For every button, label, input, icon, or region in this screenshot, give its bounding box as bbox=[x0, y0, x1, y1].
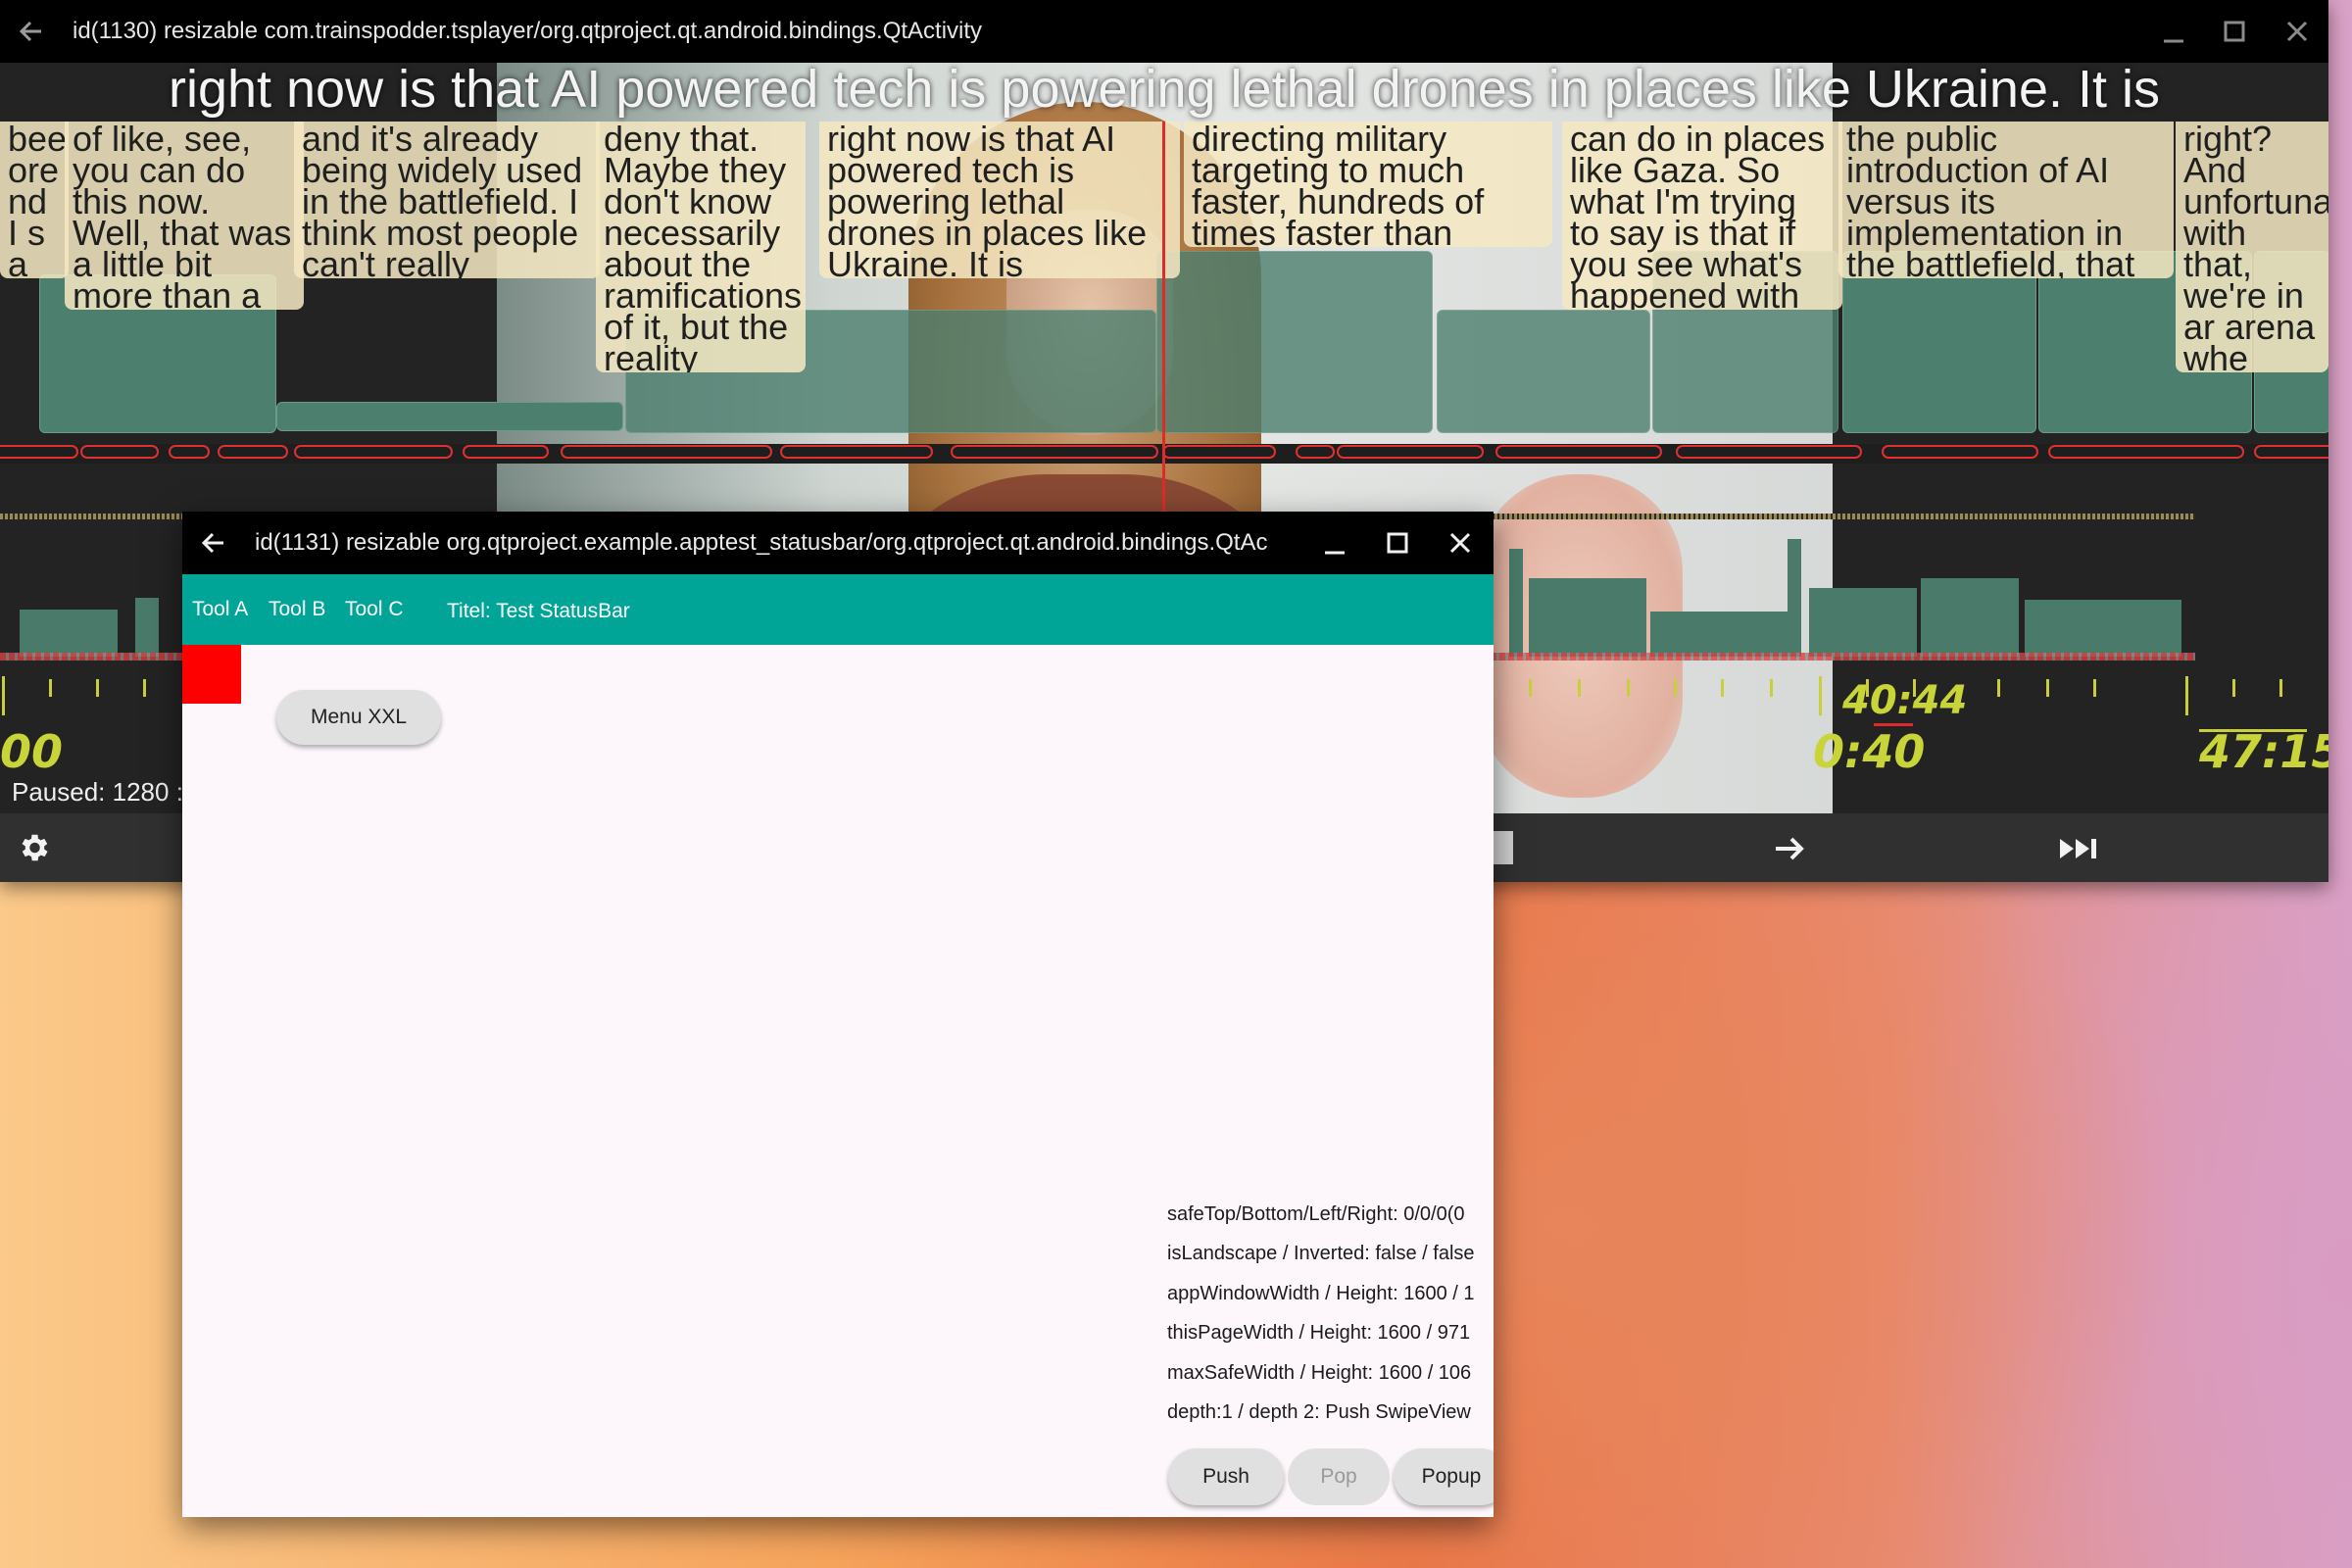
close-icon[interactable] bbox=[1443, 525, 1478, 561]
info-line-safe-area: safeTop/Bottom/Left/Right: 0/0/0(0 bbox=[1167, 1203, 1465, 1225]
app-toolbar: Tool A Tool B Tool C Titel: Test StatusB… bbox=[182, 574, 1494, 645]
maximize-icon[interactable] bbox=[1380, 525, 1415, 561]
caption-box[interactable]: directing military targeting to much fas… bbox=[1184, 122, 1552, 247]
close-icon[interactable] bbox=[2279, 14, 2315, 49]
timeline-tick bbox=[96, 679, 99, 697]
segment-oval[interactable] bbox=[561, 445, 772, 459]
caption-box[interactable]: been ore nd I s a bbox=[0, 122, 69, 278]
statusbar-titlebar: id(1131) resizable org.qtproject.example… bbox=[182, 512, 1494, 574]
time-start: 00 bbox=[0, 725, 64, 778]
waveform-bar bbox=[1788, 539, 1801, 657]
caption-box[interactable]: right? And unfortuna with that, we're in… bbox=[2176, 122, 2328, 372]
indicator-square bbox=[182, 645, 241, 704]
segment-oval[interactable] bbox=[1882, 445, 2038, 459]
timeline-tick bbox=[49, 679, 52, 697]
timeline-tick bbox=[1529, 679, 1532, 697]
timeline-tick bbox=[1578, 679, 1581, 697]
timeline-tick bbox=[1674, 679, 1677, 697]
segment-oval[interactable] bbox=[1162, 445, 1276, 459]
back-arrow-icon[interactable] bbox=[14, 14, 49, 49]
waveform-bar bbox=[1650, 612, 1788, 657]
waveform-bar bbox=[1809, 588, 1917, 657]
timeline-segment bbox=[1437, 310, 1650, 433]
timeline-tick bbox=[1721, 679, 1724, 697]
segment-oval[interactable] bbox=[780, 445, 933, 459]
segment-oval[interactable] bbox=[294, 445, 453, 459]
timeline-tick bbox=[2046, 679, 2049, 697]
toolbar-title: Titel: Test StatusBar bbox=[447, 600, 630, 622]
timeline-tick bbox=[1627, 679, 1630, 697]
info-line-orientation: isLandscape / Inverted: false / false bbox=[1167, 1243, 1475, 1264]
caption-box[interactable]: right now is that AI powered tech is pow… bbox=[819, 122, 1180, 278]
timeline-tick bbox=[143, 679, 146, 697]
timeline-tick bbox=[1819, 676, 1822, 715]
maximize-icon[interactable] bbox=[2217, 14, 2252, 49]
info-line-app-window: appWindowWidth / Height: 1600 / 1 bbox=[1167, 1283, 1475, 1304]
segment-oval[interactable] bbox=[169, 445, 210, 459]
caption-box[interactable]: and it's already being widely used in th… bbox=[294, 122, 600, 278]
timeline-segment bbox=[1156, 251, 1433, 433]
tool-b-button[interactable]: Tool B bbox=[269, 598, 325, 621]
minimize-icon[interactable] bbox=[2156, 14, 2191, 49]
caption-box[interactable]: the public introduction of AI versus its… bbox=[1838, 122, 2174, 278]
pop-button[interactable]: Pop bbox=[1288, 1448, 1390, 1505]
segment-oval[interactable] bbox=[218, 445, 288, 459]
waveform-bar bbox=[2025, 600, 2181, 657]
statusbar-window-title: id(1131) resizable org.qtproject.example… bbox=[255, 529, 1268, 556]
segment-oval[interactable] bbox=[80, 445, 159, 459]
playback-status: Paused: 1280 : bbox=[12, 777, 183, 807]
segment-oval[interactable] bbox=[1676, 445, 1862, 459]
back-arrow-icon[interactable] bbox=[196, 525, 231, 561]
waveform-bar bbox=[20, 610, 118, 657]
timeline-tick bbox=[2232, 679, 2235, 697]
menu-xxl-button[interactable]: Menu XXL bbox=[276, 690, 441, 745]
timeline-tick bbox=[2093, 679, 2096, 697]
segment-oval[interactable] bbox=[951, 445, 1158, 459]
waveform-bar bbox=[1921, 578, 2019, 657]
segment-oval[interactable] bbox=[463, 445, 549, 459]
push-button[interactable]: Push bbox=[1168, 1448, 1284, 1505]
segment-oval[interactable] bbox=[2048, 445, 2244, 459]
segment-oval[interactable] bbox=[1337, 445, 1484, 459]
gear-icon[interactable] bbox=[16, 830, 51, 865]
waveform-bar bbox=[1529, 578, 1646, 657]
segment-oval[interactable] bbox=[1296, 445, 1335, 459]
segment-oval[interactable] bbox=[0, 445, 78, 459]
info-line-depth: depth:1 / depth 2: Push SwipeView bbox=[1167, 1401, 1471, 1423]
subtitle-overlay: right now is that AI powered tech is pow… bbox=[168, 60, 2161, 119]
timeline-tick bbox=[1997, 679, 2000, 697]
playhead[interactable] bbox=[1162, 122, 1165, 514]
timeline-tick bbox=[2185, 676, 2188, 715]
tool-c-button[interactable]: Tool C bbox=[345, 598, 404, 621]
player-titlebar: id(1130) resizable com.trainspodder.tspl… bbox=[0, 0, 2328, 63]
popup-button[interactable]: Popup bbox=[1394, 1448, 1494, 1505]
minimize-icon[interactable] bbox=[1317, 525, 1352, 561]
statusbar-window: id(1131) resizable org.qtproject.example… bbox=[182, 512, 1494, 1517]
info-line-max-safe: maxSafeWidth / Height: 1600 / 106 bbox=[1167, 1362, 1472, 1384]
waveform-bar bbox=[1509, 549, 1523, 657]
tool-a-button[interactable]: Tool A bbox=[192, 598, 248, 621]
caption-box[interactable]: of like, see, you can do this now. Well,… bbox=[65, 122, 304, 310]
skip-to-end-icon[interactable] bbox=[2056, 831, 2101, 866]
timeline-tick bbox=[2, 676, 5, 715]
time-marker: 40:44 bbox=[1842, 678, 1968, 723]
player-window-title: id(1130) resizable com.trainspodder.tspl… bbox=[73, 18, 983, 44]
timeline-segment bbox=[276, 402, 623, 431]
caption-box[interactable]: deny that. Maybe they don't know necessa… bbox=[596, 122, 806, 372]
info-line-page-size: thisPageWidth / Height: 1600 / 971 bbox=[1167, 1322, 1471, 1344]
segment-oval[interactable] bbox=[1495, 445, 1662, 459]
timeline-tick bbox=[1770, 679, 1773, 697]
timeline-tick bbox=[2279, 679, 2282, 697]
time-total: 47:15 bbox=[2199, 725, 2328, 778]
waveform-bar bbox=[135, 598, 159, 657]
caption-box[interactable]: can do in places like Gaza. So what I'm … bbox=[1562, 122, 1842, 310]
segment-oval[interactable] bbox=[2254, 445, 2328, 459]
time-current: 0:40 bbox=[1813, 725, 1926, 778]
arrow-right-icon[interactable] bbox=[1770, 829, 1809, 868]
